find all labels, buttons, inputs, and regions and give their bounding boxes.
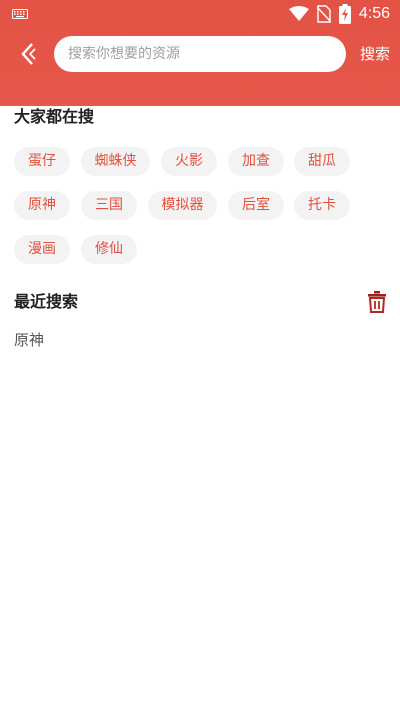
search-box — [54, 36, 346, 72]
battery-charging-icon — [338, 4, 351, 24]
hot-tag[interactable]: 火影 — [161, 147, 217, 176]
trash-icon — [368, 291, 386, 313]
no-sim-icon — [316, 5, 331, 23]
wifi-icon — [288, 6, 309, 21]
hot-tag[interactable]: 三国 — [81, 191, 137, 220]
recent-searches-title: 最近搜索 — [14, 292, 79, 311]
search-input[interactable] — [68, 46, 346, 62]
chevron-left-icon — [21, 43, 36, 65]
hot-tag[interactable]: 漫画 — [14, 235, 70, 264]
status-bar: 4:56 — [0, 0, 400, 28]
keyboard-icon — [12, 9, 28, 19]
hot-tag[interactable]: 蜘蛛侠 — [81, 147, 150, 176]
status-icons: 4:56 — [288, 4, 390, 24]
hot-tag[interactable]: 加查 — [228, 147, 284, 176]
search-button[interactable]: 搜索 — [356, 42, 394, 66]
hot-tag[interactable]: 修仙 — [81, 235, 137, 264]
hot-tag[interactable]: 托卡 — [294, 191, 350, 220]
recent-search-item[interactable]: 原神 — [14, 329, 44, 350]
hot-tag[interactable]: 模拟器 — [148, 191, 217, 220]
hot-tag[interactable]: 原神 — [14, 191, 70, 220]
hot-tag[interactable]: 甜瓜 — [294, 147, 350, 176]
hot-searches-title: 大家都在搜 — [14, 107, 95, 126]
clear-history-button[interactable] — [366, 290, 388, 314]
hot-tag[interactable]: 蛋仔 — [14, 147, 70, 176]
status-time: 4:56 — [358, 5, 390, 22]
back-button[interactable] — [14, 40, 42, 68]
hot-tag[interactable]: 后室 — [228, 191, 284, 220]
header-bar: 4:56 搜索 — [0, 0, 400, 106]
